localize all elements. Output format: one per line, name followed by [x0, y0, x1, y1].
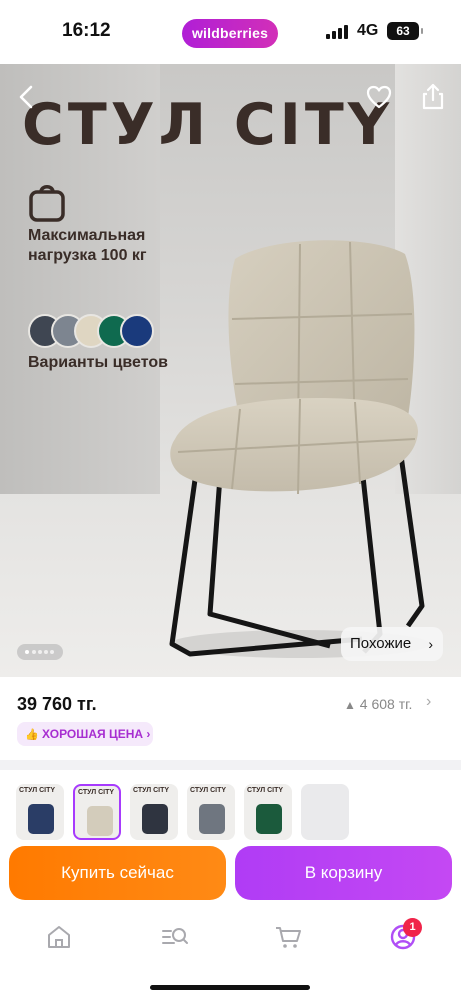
variant-label: СТУЛ CITY — [247, 787, 284, 794]
product-brand-title: СТУЛ CITY — [22, 92, 394, 158]
color-swatches — [28, 314, 158, 348]
chevron-right-icon: › — [426, 693, 432, 710]
variant-label: СТУЛ CITY — [190, 787, 227, 794]
good-price-badge[interactable]: 👍 ХОРОШАЯ ЦЕНА › — [17, 722, 153, 746]
variant-label: СТУЛ CITY — [78, 789, 115, 796]
weight-icon — [29, 185, 65, 222]
chevron-right-icon: › — [428, 636, 433, 652]
variant-thumbnail[interactable]: СТУЛ CITY — [16, 784, 64, 840]
heart-icon — [366, 85, 392, 109]
thumbs-up-icon: 👍 — [25, 729, 39, 741]
variant-thumbnail-placeholder — [301, 784, 349, 840]
back-button[interactable] — [12, 82, 42, 112]
signal-icon — [326, 25, 348, 39]
favorite-button[interactable] — [364, 82, 394, 112]
cart-icon[interactable] — [273, 922, 303, 952]
product-gallery[interactable]: СТУЛ CITY Максимальная нагрузка 100 кг В… — [0, 64, 461, 677]
home-indicator — [150, 985, 310, 990]
variant-label: СТУЛ CITY — [19, 787, 56, 794]
add-to-cart-button[interactable]: В корзину — [235, 846, 452, 900]
color-variants-text: Варианты цветов — [28, 354, 168, 371]
variant-chair-image — [142, 804, 168, 834]
battery-icon: 63 — [387, 22, 423, 40]
variant-chair-image — [87, 806, 113, 836]
price-history-button[interactable]: ▲ 4 608 тг. — [344, 696, 412, 712]
wildberries-pill[interactable]: wildberries — [182, 19, 278, 48]
good-price-label: ХОРОШАЯ ЦЕНА — [42, 727, 144, 741]
chevron-right-icon: › — [146, 727, 151, 741]
color-swatch — [120, 314, 154, 348]
variant-chair-image — [28, 804, 54, 834]
status-time: 16:12 — [62, 20, 111, 41]
variant-thumbnail[interactable]: СТУЛ CITY — [187, 784, 235, 840]
variant-thumbnail[interactable]: СТУЛ CITY — [73, 784, 121, 840]
variant-thumbnails: СТУЛ CITY СТУЛ CITY СТУЛ CITY СТУЛ CITY СТУЛ… — [16, 784, 461, 842]
current-price: 39 760 тг. — [17, 694, 97, 714]
variant-chair-image — [199, 804, 225, 834]
section-divider — [0, 760, 461, 770]
share-icon — [422, 83, 444, 110]
gallery-dots — [17, 644, 63, 660]
chair-image — [169, 240, 430, 658]
status-bar: 16:12 wildberries 4G 63 — [0, 0, 461, 64]
buy-now-button[interactable]: Купить сейчас — [9, 846, 226, 900]
back-icon — [19, 85, 33, 109]
similar-label: Похожие — [350, 635, 412, 652]
old-price-value: 4 608 тг. — [359, 696, 413, 712]
variant-thumbnail[interactable]: СТУЛ CITY — [244, 784, 292, 840]
home-icon[interactable] — [44, 922, 74, 952]
triangle-up-icon: ▲ — [344, 698, 356, 712]
catalog-search-icon[interactable] — [160, 922, 190, 952]
variant-thumbnail[interactable]: СТУЛ CITY — [130, 784, 178, 840]
profile-badge: 1 — [403, 918, 422, 937]
share-button[interactable] — [418, 82, 448, 112]
similar-button[interactable]: Похожие › — [341, 627, 443, 661]
variant-label: СТУЛ CITY — [133, 787, 170, 794]
network-type: 4G — [357, 22, 379, 39]
variant-chair-image — [256, 804, 282, 834]
